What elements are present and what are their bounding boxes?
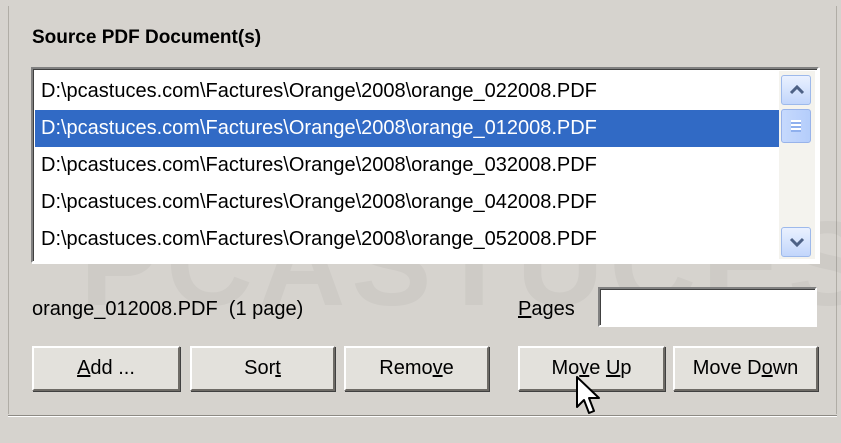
file-list-item[interactable]: D:\pcastuces.com\Factures\Orange\2008\or… bbox=[35, 184, 779, 221]
scroll-thumb[interactable] bbox=[781, 109, 811, 143]
chevron-up-icon bbox=[789, 84, 805, 95]
chevron-down-icon bbox=[789, 237, 805, 248]
pages-label: Pages bbox=[518, 298, 575, 320]
selection-info: orange_012008.PDF (1 page) bbox=[32, 298, 304, 320]
pages-input[interactable] bbox=[598, 287, 817, 327]
file-list-item[interactable]: D:\pcastuces.com\Factures\Orange\2008\or… bbox=[35, 110, 779, 147]
section-title: Source PDF Document(s) bbox=[32, 27, 262, 48]
sort-button[interactable]: Sort bbox=[190, 346, 335, 391]
move-down-button[interactable]: Move Down bbox=[673, 346, 818, 391]
scroll-down-button[interactable] bbox=[781, 227, 811, 257]
file-list-item[interactable]: D:\pcastuces.com\Factures\Orange\2008\or… bbox=[35, 147, 779, 184]
file-list-item[interactable]: D:\pcastuces.com\Factures\Orange\2008\or… bbox=[35, 73, 779, 110]
remove-button[interactable]: Remove bbox=[344, 346, 489, 391]
listbox-scrollbar[interactable] bbox=[779, 71, 815, 259]
source-files-listbox[interactable]: D:\pcastuces.com\Factures\Orange\2008\or… bbox=[31, 67, 819, 263]
mouse-pointer-icon bbox=[576, 376, 600, 414]
file-list-item[interactable]: D:\pcastuces.com\Factures\Orange\2008\or… bbox=[35, 221, 779, 258]
scroll-up-button[interactable] bbox=[781, 75, 811, 105]
add-button[interactable]: Add ... bbox=[32, 346, 180, 391]
panel-divider bbox=[8, 415, 837, 417]
file-list: D:\pcastuces.com\Factures\Orange\2008\or… bbox=[35, 73, 779, 258]
